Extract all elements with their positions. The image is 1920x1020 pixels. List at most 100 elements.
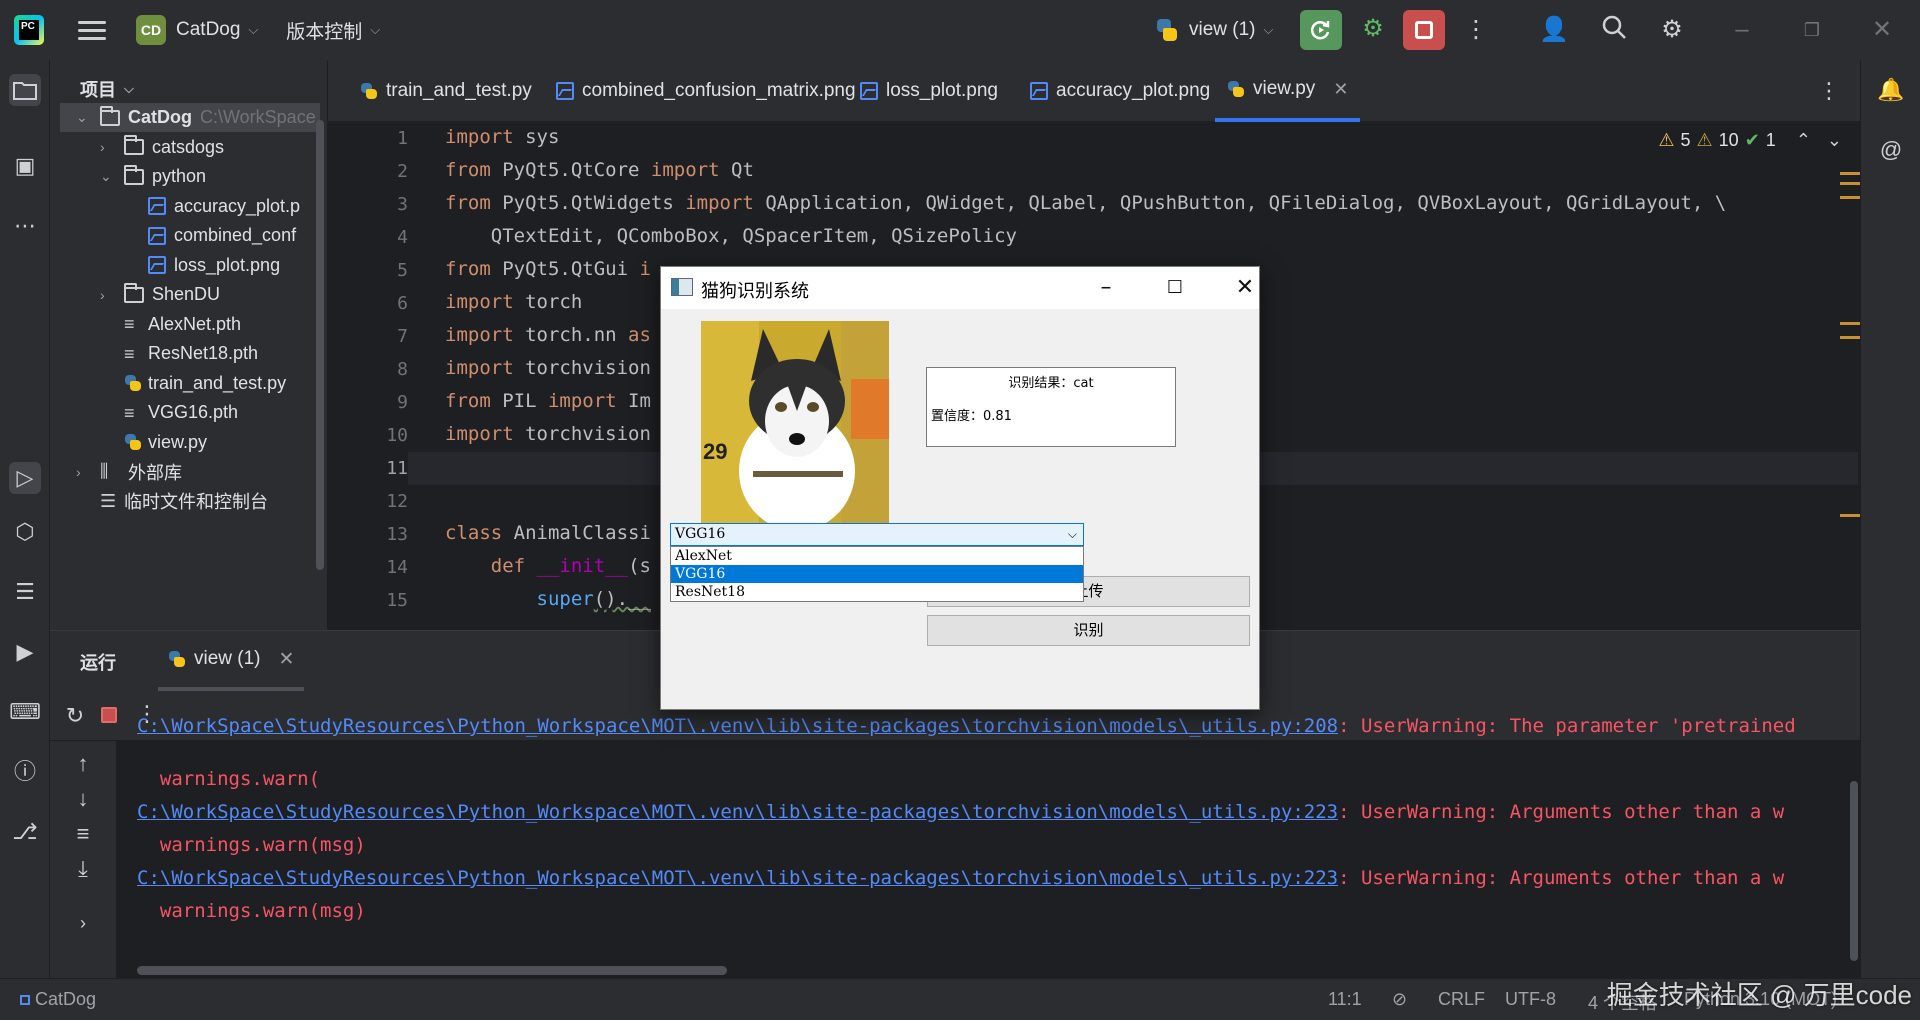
tree-item[interactable]: accuracy_plot.p bbox=[60, 192, 320, 221]
console-line[interactable]: warnings.warn(msg) bbox=[137, 900, 366, 922]
code-line[interactable]: super().__ bbox=[445, 588, 651, 610]
code-line[interactable]: from PyQt5.QtCore import Qt bbox=[445, 159, 754, 181]
ai-off-icon[interactable]: ⊘ bbox=[1392, 989, 1407, 1010]
add-user-icon[interactable]: 👤 bbox=[1538, 14, 1570, 46]
chevron-right-icon[interactable]: › bbox=[76, 464, 90, 480]
soft-wrap-icon[interactable]: ≡ bbox=[68, 821, 98, 847]
error-stripe-mark[interactable] bbox=[1840, 196, 1860, 199]
code-line[interactable]: import torchvision bbox=[445, 423, 651, 445]
stop-button[interactable] bbox=[1403, 10, 1445, 50]
services-icon[interactable]: ▶ bbox=[9, 636, 41, 668]
python-console-icon[interactable]: ⬡ bbox=[9, 516, 41, 548]
run-tool-icon[interactable]: ▷ bbox=[9, 462, 41, 494]
tree-item[interactable]: view.py bbox=[60, 428, 320, 457]
settings-gear-icon[interactable]: ⚙ bbox=[1656, 14, 1688, 46]
arrow-up-icon[interactable]: ↑ bbox=[68, 751, 98, 777]
code-line[interactable]: class AnimalClassi bbox=[445, 522, 651, 544]
console-line[interactable]: C:\WorkSpace\StudyResources\Python_Works… bbox=[137, 801, 1784, 823]
console-line[interactable]: warnings.warn(msg) bbox=[137, 834, 366, 856]
structure-icon[interactable]: ▣ bbox=[9, 150, 41, 182]
dropdown-option[interactable]: ResNet18 bbox=[671, 583, 1083, 601]
tree-item[interactable]: train_and_test.py bbox=[60, 369, 320, 398]
tree-item[interactable]: combined_conf bbox=[60, 221, 320, 250]
code-line[interactable]: import sys bbox=[445, 126, 559, 148]
pycharm-logo-icon[interactable]: PC bbox=[14, 15, 44, 45]
console-line[interactable]: warnings.warn( bbox=[137, 768, 320, 790]
qt-app-window[interactable]: 猫狗识别系统 – ☐ ✕ 29 识别结果：cat 置信度：0.81 上传 识别 bbox=[660, 266, 1260, 710]
file-encoding[interactable]: UTF-8 bbox=[1505, 989, 1556, 1010]
editor-tab[interactable]: accuracy_plot.png bbox=[1018, 60, 1222, 122]
model-dropdown-list[interactable]: AlexNet VGG16 ResNet18 bbox=[670, 546, 1084, 602]
console-file-link[interactable]: C:\WorkSpace\StudyResources\Python_Works… bbox=[137, 715, 1338, 737]
error-stripe-mark[interactable] bbox=[1840, 182, 1860, 185]
error-stripe-mark[interactable] bbox=[1840, 336, 1860, 339]
code-line[interactable]: from PIL import Im bbox=[445, 390, 651, 412]
debug-icon[interactable]: ⚙ bbox=[1358, 14, 1388, 46]
error-stripe-mark[interactable] bbox=[1840, 514, 1860, 517]
code-line[interactable]: def __init__(s bbox=[445, 555, 651, 577]
scroll-to-end-icon[interactable]: ⤓ bbox=[68, 856, 98, 882]
vertical-scrollbar[interactable] bbox=[1850, 781, 1858, 961]
recognize-button[interactable]: 识别 bbox=[927, 615, 1250, 646]
arrow-down-icon[interactable]: ↓ bbox=[68, 786, 98, 812]
ai-assistant-icon[interactable]: @ bbox=[1875, 134, 1907, 166]
rerun-icon[interactable]: ↻ bbox=[60, 703, 90, 729]
layers-icon[interactable]: ☰ bbox=[9, 576, 41, 608]
status-project[interactable]: CatDog bbox=[20, 989, 96, 1010]
dropdown-option[interactable]: VGG16 bbox=[671, 565, 1083, 583]
editor-tab[interactable]: loss_plot.png bbox=[848, 60, 1010, 122]
tree-item[interactable]: › catsdogs bbox=[60, 133, 320, 162]
run-tab[interactable]: view (1) ✕ bbox=[158, 631, 305, 691]
console-line[interactable]: C:\WorkSpace\StudyResources\Python_Works… bbox=[137, 867, 1784, 889]
code-line[interactable]: QTextEdit, QComboBox, QSpacerItem, QSize… bbox=[445, 225, 1017, 247]
project-tool-folder-icon[interactable] bbox=[9, 74, 41, 106]
error-stripe-mark[interactable] bbox=[1840, 322, 1860, 325]
editor-tab[interactable]: combined_confusion_matrix.png bbox=[544, 60, 868, 122]
chevron-right-icon[interactable]: › bbox=[68, 913, 98, 934]
rerun-button[interactable] bbox=[1300, 10, 1342, 50]
error-stripe-mark[interactable] bbox=[1840, 172, 1860, 175]
close-tab-icon[interactable]: ✕ bbox=[279, 648, 295, 671]
console-file-link[interactable]: C:\WorkSpace\StudyResources\Python_Works… bbox=[137, 867, 1338, 889]
tree-item[interactable]: › ⫼ 外部库 bbox=[60, 457, 320, 486]
tree-item[interactable]: ⌄ python bbox=[60, 162, 320, 191]
model-select[interactable]: VGG16 ⌵ bbox=[670, 523, 1084, 546]
chevron-right-icon[interactable]: › bbox=[100, 139, 114, 155]
result-text-box[interactable]: 识别结果：cat 置信度：0.81 bbox=[926, 367, 1176, 447]
chevron-down-icon[interactable]: ⌄ bbox=[100, 168, 114, 185]
console-line[interactable]: C:\WorkSpace\StudyResources\Python_Works… bbox=[137, 715, 1796, 737]
caret-position[interactable]: 11:1 bbox=[1328, 989, 1362, 1010]
more-vertical-icon[interactable]: ⋮ bbox=[1818, 78, 1840, 104]
code-line[interactable]: from PyQt5.QtWidgets import QApplication… bbox=[445, 192, 1726, 214]
tree-item[interactable]: ≡ ResNet18.pth bbox=[60, 339, 320, 368]
scrollbar[interactable] bbox=[316, 120, 324, 570]
terminal-icon[interactable]: ⌨ bbox=[9, 696, 41, 728]
prev-highlight-icon[interactable]: ⌃ bbox=[1796, 130, 1811, 151]
tree-item[interactable]: ⌄ CatDog C:\WorkSpace bbox=[60, 103, 320, 132]
run-config-selector[interactable]: view (1) ⌵ bbox=[1155, 0, 1273, 60]
chevron-down-icon[interactable]: ⌵ bbox=[370, 22, 380, 38]
dropdown-option[interactable]: AlexNet bbox=[671, 547, 1083, 565]
notifications-bell-icon[interactable]: 🔔 bbox=[1875, 74, 1907, 106]
vcs-menu[interactable]: 版本控制 bbox=[286, 17, 362, 44]
code-line[interactable]: from PyQt5.QtGui i bbox=[445, 258, 651, 280]
code-line[interactable]: import torch bbox=[445, 291, 582, 313]
minimize-icon[interactable]: – bbox=[1726, 14, 1758, 46]
horizontal-scrollbar[interactable] bbox=[137, 966, 727, 975]
chevron-down-icon[interactable]: ⌄ bbox=[76, 109, 90, 126]
console-file-link[interactable]: C:\WorkSpace\StudyResources\Python_Works… bbox=[137, 801, 1338, 823]
tree-item[interactable]: ≡ AlexNet.pth bbox=[60, 310, 320, 339]
restore-icon[interactable]: ❐ bbox=[1796, 14, 1828, 46]
search-icon[interactable] bbox=[1598, 14, 1630, 46]
qt-close-icon[interactable]: ✕ bbox=[1225, 273, 1265, 303]
close-window-icon[interactable]: ✕ bbox=[1866, 14, 1898, 46]
project-name[interactable]: CatDog bbox=[176, 19, 240, 41]
qt-maximize-icon[interactable]: ☐ bbox=[1155, 273, 1195, 303]
chevron-right-icon[interactable]: › bbox=[100, 287, 114, 303]
editor-tab[interactable]: view.py ✕ bbox=[1215, 60, 1361, 122]
close-tab-icon[interactable]: ✕ bbox=[1333, 79, 1348, 100]
inspection-widget[interactable]: ⚠ 5 ⚠ 10 ✔ 1 ⌃ ⌄ bbox=[1658, 130, 1842, 151]
more-tools-icon[interactable]: ⋯ bbox=[9, 210, 41, 242]
tree-item[interactable]: ☰ 临时文件和控制台 bbox=[60, 487, 320, 516]
more-vertical-icon[interactable]: ⋮ bbox=[1460, 14, 1492, 46]
